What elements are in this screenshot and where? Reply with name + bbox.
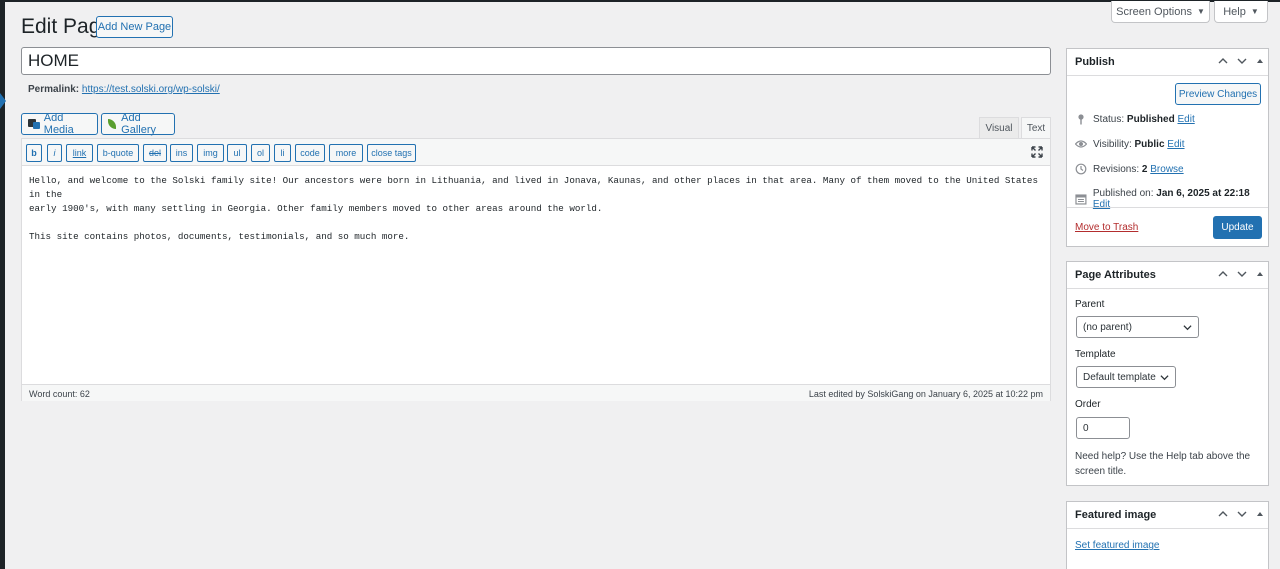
chevron-up-icon[interactable] xyxy=(1218,269,1228,279)
add-gallery-label: Add Gallery xyxy=(121,112,156,136)
calendar-icon xyxy=(1075,194,1087,205)
chevron-down-icon xyxy=(1183,325,1192,331)
content-editor: b i link b-quote del ins img ul ol li co… xyxy=(21,138,1051,401)
chevron-down-icon[interactable] xyxy=(1237,509,1247,519)
publish-box: Publish Preview Changes Status: Publishe… xyxy=(1066,48,1269,247)
order-input[interactable] xyxy=(1076,417,1130,439)
toggle-panel-icon[interactable] xyxy=(1256,510,1264,518)
revisions-browse-link[interactable]: Browse xyxy=(1150,164,1183,175)
toggle-panel-icon[interactable] xyxy=(1256,270,1264,278)
qt-img-button[interactable]: img xyxy=(197,144,224,162)
qt-more-button[interactable]: more xyxy=(329,144,363,162)
qt-close-tags-button[interactable]: close tags xyxy=(367,144,416,162)
quicktags-toolbar: b i link b-quote del ins img ul ol li co… xyxy=(22,139,1050,166)
status-label: Status: xyxy=(1093,113,1125,125)
pin-icon xyxy=(1078,114,1084,125)
revisions-label: Revisions: xyxy=(1093,163,1140,175)
collapse-arrow-icon xyxy=(0,93,6,109)
move-to-trash-link[interactable]: Move to Trash xyxy=(1075,222,1138,233)
help-label: Help xyxy=(1223,5,1246,18)
visibility-row: Visibility: Public Edit xyxy=(1075,138,1185,150)
page-attributes-header[interactable]: Page Attributes xyxy=(1067,262,1268,289)
screen-options-button[interactable]: Screen Options ▼ xyxy=(1111,1,1210,23)
chevron-up-icon[interactable] xyxy=(1218,56,1228,66)
publish-divider xyxy=(1067,207,1268,208)
attributes-help-text: Need help? Use the Help tab above the sc… xyxy=(1075,451,1251,477)
featured-image-header[interactable]: Featured image xyxy=(1067,502,1268,529)
parent-select-value: (no parent) xyxy=(1083,321,1132,333)
content-textarea[interactable]: Hello, and welcome to the Solski family … xyxy=(29,174,1039,244)
revisions-clock-icon xyxy=(1075,163,1087,175)
set-featured-image-link[interactable]: Set featured image xyxy=(1075,540,1160,551)
help-button[interactable]: Help ▼ xyxy=(1214,1,1268,23)
visibility-edit-link[interactable]: Edit xyxy=(1167,139,1184,150)
qt-blockquote-button[interactable]: b-quote xyxy=(97,144,139,162)
preview-changes-button[interactable]: Preview Changes xyxy=(1175,83,1261,105)
add-media-label: Add Media xyxy=(43,112,74,136)
qt-ins-button[interactable]: ins xyxy=(170,144,193,162)
page-attributes-title: Page Attributes xyxy=(1075,269,1156,281)
parent-select[interactable]: (no parent) xyxy=(1076,316,1199,338)
word-count: Word count: 62 xyxy=(29,389,90,399)
published-on-value: Jan 6, 2025 at 22:18 xyxy=(1156,188,1250,199)
permalink-link[interactable]: https://test.solski.org/wp-solski/ xyxy=(82,84,220,95)
qt-code-button[interactable]: code xyxy=(295,144,325,162)
template-select-value: Default template xyxy=(1083,371,1156,383)
permalink-label: Permalink: xyxy=(28,84,80,95)
qt-link-button[interactable]: link xyxy=(66,144,93,162)
add-gallery-button[interactable]: Add Gallery xyxy=(101,112,175,136)
qt-bold-button[interactable]: b xyxy=(26,144,42,162)
page-attributes-box: Page Attributes Parent (no parent) Templ… xyxy=(1066,261,1269,486)
media-icon xyxy=(28,119,40,129)
post-title-input[interactable] xyxy=(21,47,1051,75)
status-edit-link[interactable]: Edit xyxy=(1178,114,1195,125)
qt-italic-button[interactable]: i xyxy=(47,144,62,162)
published-on-label: Published on: xyxy=(1092,188,1154,199)
publish-box-header[interactable]: Publish xyxy=(1067,49,1268,76)
template-select[interactable]: Default template xyxy=(1076,366,1176,388)
status-row: Status: Published Edit xyxy=(1075,113,1195,125)
chevron-down-icon[interactable] xyxy=(1237,269,1247,279)
order-label: Order xyxy=(1075,399,1101,410)
caret-down-icon: ▼ xyxy=(1250,7,1259,16)
featured-image-box: Featured image Set featured image xyxy=(1066,501,1269,569)
admin-top-edge xyxy=(0,0,1280,2)
qt-li-button[interactable]: li xyxy=(274,144,291,162)
permalink: Permalink: https://test.solski.org/wp-so… xyxy=(28,84,220,95)
qt-ol-button[interactable]: ol xyxy=(251,144,270,162)
caret-down-icon: ▼ xyxy=(1196,7,1205,16)
editor-status-bar: Word count: 62 Last edited by SolskiGang… xyxy=(22,384,1050,401)
publish-box-title: Publish xyxy=(1075,56,1115,68)
chevron-up-icon[interactable] xyxy=(1218,509,1228,519)
revisions-value: 2 xyxy=(1141,163,1148,175)
chevron-down-icon[interactable] xyxy=(1237,56,1247,66)
parent-label: Parent xyxy=(1075,299,1105,310)
leaf-icon xyxy=(108,119,117,129)
fullscreen-icon[interactable] xyxy=(1031,146,1043,158)
screen-options-label: Screen Options xyxy=(1116,5,1192,18)
tab-text[interactable]: Text xyxy=(1021,117,1051,138)
featured-image-title: Featured image xyxy=(1075,509,1157,521)
published-on-edit-link[interactable]: Edit xyxy=(1093,199,1110,210)
add-media-button[interactable]: Add Media xyxy=(21,112,98,136)
qt-ul-button[interactable]: ul xyxy=(227,144,247,162)
update-button[interactable]: Update xyxy=(1213,216,1262,239)
add-new-page-button[interactable]: Add New Page xyxy=(96,16,173,38)
admin-sidebar-edge xyxy=(0,0,5,569)
visibility-label: Visibility: xyxy=(1093,138,1132,150)
template-label: Template xyxy=(1075,349,1116,360)
visibility-value: Public xyxy=(1134,138,1165,150)
tab-visual[interactable]: Visual xyxy=(979,117,1019,138)
eye-icon xyxy=(1075,140,1087,148)
chevron-down-icon xyxy=(1160,375,1169,381)
last-edited: Last edited by SolskiGang on January 6, … xyxy=(808,389,1043,399)
qt-del-button[interactable]: del xyxy=(143,144,167,162)
revisions-row: Revisions: 2 Browse xyxy=(1075,163,1184,175)
status-value: Published xyxy=(1126,113,1175,125)
toggle-panel-icon[interactable] xyxy=(1256,57,1264,65)
